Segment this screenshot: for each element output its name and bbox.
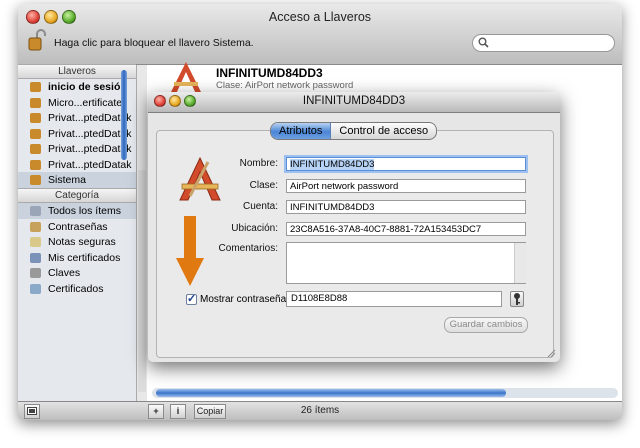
keychain-item[interactable]: Privat...ptedDatak	[18, 157, 136, 173]
password-field[interactable]: D1108E8D88	[286, 291, 502, 307]
search-icon	[478, 37, 489, 48]
keychain-icon	[30, 113, 41, 123]
category-label: Todos los ítems	[48, 205, 121, 217]
category-label: Notas seguras	[48, 236, 116, 248]
category-item[interactable]: Todos los ítems	[18, 203, 136, 219]
category-label: Certificados	[48, 282, 104, 295]
resize-grip-icon[interactable]	[546, 348, 556, 358]
tab-access-control[interactable]: Control de acceso	[331, 123, 436, 139]
tab-attributes[interactable]: Atributos	[271, 123, 332, 139]
category-icon	[30, 221, 41, 232]
keychain-label: Micro...ertificates	[48, 96, 128, 109]
keychain-icon	[30, 128, 41, 139]
keychain-icon	[30, 144, 41, 154]
sidebar-scroll-thumb[interactable]	[121, 70, 127, 160]
keychain-item[interactable]: inicio de sesión	[18, 79, 136, 95]
window-title: Acceso a Llaveros	[268, 10, 372, 24]
keychain-icon	[30, 159, 41, 170]
category-icon	[30, 237, 41, 247]
keychain-item[interactable]: Micro...ertificates	[18, 95, 136, 111]
key-icon	[514, 293, 520, 305]
airport-password-icon	[170, 62, 202, 94]
keychain-item[interactable]: Sistema	[18, 172, 136, 188]
category-item[interactable]: Contraseñas	[18, 219, 136, 235]
name-field[interactable]: INFINITUMD84DD3	[286, 157, 526, 171]
category-label: Mis certificados	[48, 251, 121, 264]
sidebar-scrollbar[interactable]	[138, 170, 146, 392]
keychain-icon	[30, 82, 41, 92]
items-count: 26 ítems	[300, 405, 340, 416]
comments-scrollbar[interactable]	[514, 243, 526, 283]
category-icon	[30, 283, 41, 294]
horizontal-scroll-thumb[interactable]	[156, 389, 506, 397]
item-info-dialog: INFINITUMD84DD3 Atributos Control de acc…	[148, 92, 560, 362]
account-label: Cuenta:	[242, 201, 278, 212]
category-item[interactable]: Claves	[18, 265, 136, 281]
category-icon	[30, 268, 41, 278]
class-field[interactable]: AirPort network password	[286, 179, 526, 193]
password-assistant-button[interactable]	[510, 291, 524, 307]
keychain-label: Privat...ptedDatak	[48, 143, 132, 155]
lock-hint-text: Haga clic para bloquear el llavero Siste…	[54, 37, 254, 49]
keychain-label: Privat...ptedDatak	[48, 112, 132, 124]
tab-bar: Atributos Control de acceso	[270, 122, 438, 140]
show-password-label: Mostrar contraseña:	[200, 294, 289, 305]
category-label: Contraseñas	[48, 220, 108, 233]
keychain-icon	[30, 97, 41, 108]
down-arrow-icon	[176, 216, 204, 286]
keychain-item[interactable]: Privat...ptedDatak	[18, 141, 136, 157]
category-header: Categoría	[18, 188, 136, 203]
category-label: Claves	[48, 267, 81, 279]
category-item[interactable]: Mis certificados	[18, 250, 136, 266]
selected-item-name: INFINITUMD84DD3	[216, 66, 323, 80]
category-icon	[30, 252, 41, 263]
name-label: Nombre:	[239, 158, 278, 169]
location-field[interactable]: 23C8A516-37A8-40C7-8881-72A153453DC7	[286, 222, 526, 236]
unlocked-padlock-icon[interactable]	[28, 28, 46, 52]
category-icon	[30, 206, 41, 216]
keychain-icon	[30, 175, 41, 185]
keychain-label: Privat...ptedDatak	[48, 158, 132, 171]
keychain-item[interactable]: Privat...ptedDatak	[18, 110, 136, 126]
save-changes-button[interactable]: Guardar cambios	[444, 317, 528, 333]
account-field[interactable]: INFINITUMD84DD3	[286, 200, 526, 214]
sidebar: Llaveros inicio de sesión Micro...ertific…	[18, 64, 137, 401]
category-item[interactable]: Notas seguras	[18, 234, 136, 250]
show-password-checkbox[interactable]: ✓	[186, 294, 197, 305]
comments-field[interactable]	[286, 242, 526, 284]
keychains-header: Llaveros	[18, 64, 136, 79]
search-input[interactable]	[472, 34, 615, 52]
keychain-label: Sistema	[48, 174, 86, 186]
keychain-label: Privat...ptedDatak	[48, 127, 132, 140]
class-label: Clase:	[249, 180, 278, 191]
keychain-item[interactable]: Privat...ptedDatak	[18, 126, 136, 142]
keychain-label: inicio de sesión	[48, 81, 127, 93]
selected-item-class: Clase: AirPort network password	[216, 80, 354, 91]
name-value: INFINITUMD84DD3	[290, 159, 375, 170]
category-item[interactable]: Certificados	[18, 281, 136, 297]
dialog-title: INFINITUMD84DD3	[302, 95, 406, 107]
